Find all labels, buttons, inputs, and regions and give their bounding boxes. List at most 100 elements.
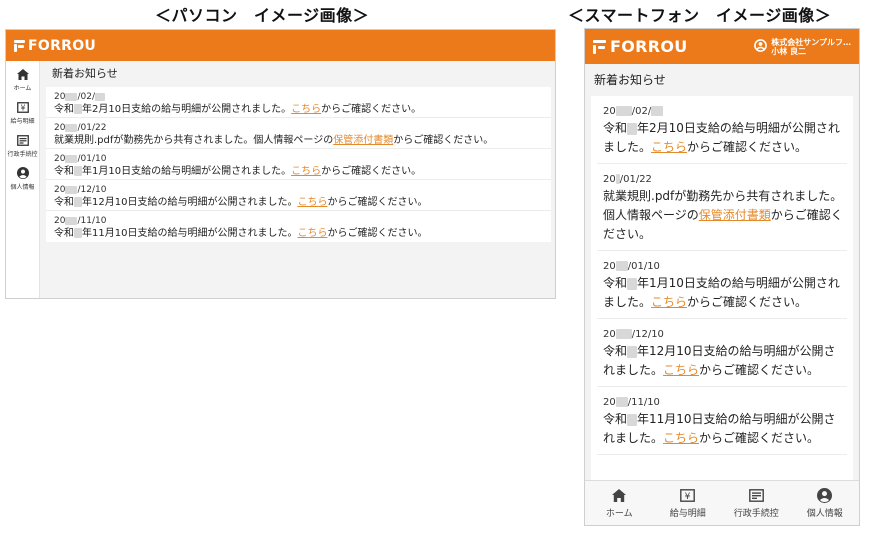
forrou-logo-icon bbox=[593, 39, 606, 54]
redacted-mask bbox=[65, 216, 78, 225]
notice-date: 20/01/22 bbox=[54, 123, 107, 133]
notice-link[interactable]: こちら bbox=[291, 166, 321, 177]
notice-item: 20/02/ 令和 年2月10日支給の給与明細が公開されました。こちらからご確認く… bbox=[597, 96, 847, 164]
notice-link[interactable]: こちら bbox=[651, 295, 687, 309]
redacted-mask bbox=[627, 122, 638, 135]
notice-link[interactable]: こちら bbox=[297, 228, 327, 239]
pc-main-content: 新着お知らせ 20/02/ 令和 年2月10日支給の給与明細が公開されました。こち… bbox=[40, 61, 555, 298]
notice-message: 令和 年11月10日支給の給与明細が公開されました。こちらからご確認ください。 bbox=[54, 228, 428, 239]
notice-message: 令和 年1月10日支給の給与明細が公開されました。こちらからご確認ください。 bbox=[54, 166, 422, 177]
yen-icon: ¥ bbox=[16, 100, 30, 114]
sidebar-item-label: ホーム bbox=[13, 85, 32, 92]
home-icon bbox=[611, 487, 627, 503]
bottom-tab-bar: ホーム ¥ 給与明細 行政手続控 個人情報 bbox=[585, 480, 859, 525]
notice-message: 令和 年12月10日支給の給与明細が公開されました。こちらからご確認ください。 bbox=[54, 197, 428, 208]
account-icon bbox=[754, 37, 768, 56]
pc-notice-list: 20/02/ 令和 年2月10日支給の給与明細が公開されました。こちらからご確認く… bbox=[46, 87, 551, 242]
redacted-mask bbox=[615, 106, 632, 116]
redacted-mask bbox=[74, 166, 82, 176]
redacted-mask bbox=[615, 397, 628, 407]
notice-date: 20/02/ bbox=[603, 104, 847, 119]
section-title: 新着お知らせ bbox=[52, 67, 118, 80]
redacted-mask bbox=[74, 104, 82, 114]
redacted-mask bbox=[627, 277, 638, 290]
sidebar-item-label: 個人情報 bbox=[10, 184, 35, 191]
smartphone-image-caption: ＜スマートフォン イメージ画像＞ bbox=[568, 6, 832, 25]
notice-message: 就業規則.pdfが勤務先から共有されました。個人情報ページの保管添付書類からご確… bbox=[603, 189, 843, 241]
person-icon bbox=[16, 166, 30, 180]
notice-link[interactable]: 保管添付書類 bbox=[699, 208, 771, 222]
sidebar-item-payslip[interactable]: ¥ 給与明細 bbox=[6, 100, 39, 125]
redacted-mask bbox=[627, 413, 638, 426]
pc-sidebar: ホーム ¥ 給与明細 行政手続控 個人情報 bbox=[6, 61, 40, 298]
sidebar-item-label: 行政手続控 bbox=[7, 151, 38, 158]
notice-link[interactable]: こちら bbox=[663, 431, 699, 445]
redacted-mask bbox=[615, 329, 632, 339]
notice-item: 20/12/10 令和 年12月10日支給の給与明細が公開されました。こちらからご… bbox=[597, 319, 847, 387]
smartphone-screen: FORROU 株式会社サンプルフ… 小林 良二 新着お知らせ 20/02/ 令和… bbox=[584, 28, 860, 526]
notice-date: 20/12/10 bbox=[603, 329, 664, 340]
sidebar-item-home[interactable]: ホーム bbox=[6, 67, 39, 92]
pc-screen: FORROU ホーム ¥ 給与明細 行政手続控 個人情報 新着お知らせ 20 /… bbox=[5, 29, 556, 299]
svg-text:¥: ¥ bbox=[685, 492, 691, 502]
redacted-mask bbox=[94, 92, 105, 101]
notice-date: 20/01/10 bbox=[603, 261, 660, 272]
notice-link[interactable]: こちら bbox=[291, 104, 321, 115]
notice-item: 20/11/10 令和 年11月10日支給の給与明細が公開されました。こちらからご… bbox=[597, 387, 847, 455]
person-icon bbox=[817, 487, 833, 503]
notice-message: 令和 年12月10日支給の給与明細が公開されました。こちらからご確認ください。 bbox=[603, 344, 836, 377]
sidebar-item-procedures[interactable]: 行政手続控 bbox=[6, 133, 39, 158]
sp-app-header: FORROU 株式会社サンプルフ… 小林 良二 bbox=[585, 29, 859, 64]
tab-label: 個人情報 bbox=[806, 509, 843, 519]
sp-logo[interactable]: FORROU bbox=[593, 37, 688, 56]
tab-label: ホーム bbox=[605, 509, 633, 519]
redacted-mask bbox=[65, 185, 78, 194]
user-menu[interactable]: 株式会社サンプルフ… 小林 良二 bbox=[754, 37, 851, 56]
notice-date: 20/12/10 bbox=[54, 185, 107, 195]
redacted-mask bbox=[651, 106, 664, 116]
notice-item: 20/01/22 就業規則.pdfが勤務先から共有されました。個人情報ページの保… bbox=[597, 164, 847, 251]
company-name: 株式会社サンプルフ… bbox=[771, 37, 851, 47]
notice-item: 20/01/10 令和 年1月10日支給の給与明細が公開されました。こちらからご確… bbox=[46, 149, 551, 180]
notice-message: 令和 年1月10日支給の給与明細が公開されました。こちらからご確認ください。 bbox=[603, 276, 840, 309]
notice-date: 20/11/10 bbox=[54, 216, 107, 226]
notice-date: 20/01/10 bbox=[54, 154, 107, 164]
sidebar-item-label: 給与明細 bbox=[10, 118, 35, 125]
tab-home[interactable]: ホーム bbox=[585, 481, 654, 525]
user-name: 小林 良二 bbox=[771, 46, 807, 56]
sidebar-item-personal-info[interactable]: 個人情報 bbox=[6, 166, 39, 191]
notice-message: 就業規則.pdfが勤務先から共有されました。個人情報ページの保管添付書類からご確… bbox=[54, 135, 494, 146]
notice-date: 20/11/10 bbox=[603, 397, 660, 408]
document-list-icon bbox=[16, 133, 30, 147]
notice-item: 20/12/10 令和 年12月10日支給の給与明細が公開されました。こちらからご… bbox=[46, 180, 551, 211]
document-list-icon bbox=[748, 487, 764, 503]
tab-procedures[interactable]: 行政手続控 bbox=[722, 481, 791, 525]
tab-personal-info[interactable]: 個人情報 bbox=[791, 481, 860, 525]
redacted-mask bbox=[65, 92, 78, 101]
notice-item: 20/01/22 就業規則.pdfが勤務先から共有されました。個人情報ページの保… bbox=[46, 118, 551, 149]
notice-link[interactable]: こちら bbox=[663, 363, 699, 377]
redacted-mask bbox=[74, 197, 82, 207]
notice-item: 20/11/10 令和 年11月10日支給の給与明細が公開されました。こちらからご… bbox=[46, 211, 551, 242]
notice-link[interactable]: こちら bbox=[297, 197, 327, 208]
notice-message: 令和 年2月10日支給の給与明細が公開されました。こちらからご確認ください。 bbox=[54, 104, 422, 115]
pc-logo-text: FORROU bbox=[28, 37, 97, 54]
tab-payslip[interactable]: ¥ 給与明細 bbox=[654, 481, 723, 525]
svg-text:¥: ¥ bbox=[20, 103, 25, 112]
notice-item: 20/02/ 令和 年2月10日支給の給与明細が公開されました。こちらからご確認く… bbox=[46, 87, 551, 118]
notice-link[interactable]: こちら bbox=[651, 140, 687, 154]
redacted-mask bbox=[74, 228, 82, 238]
sp-main-content: 新着お知らせ 20/02/ 令和 年2月10日支給の給与明細が公開されました。こち… bbox=[585, 64, 859, 482]
redacted-mask bbox=[65, 123, 78, 132]
pc-image-caption: ＜パソコン イメージ画像＞ bbox=[155, 6, 370, 25]
section-title: 新着お知らせ bbox=[594, 73, 666, 87]
tab-label: 行政手続控 bbox=[733, 509, 779, 519]
notice-date: 20/02/ bbox=[54, 92, 551, 103]
redacted-mask bbox=[615, 261, 628, 271]
notice-message: 令和 年11月10日支給の給与明細が公開されました。こちらからご確認ください。 bbox=[603, 412, 836, 445]
redacted-mask bbox=[627, 345, 638, 358]
notice-link[interactable]: 保管添付書類 bbox=[333, 135, 393, 146]
redacted-mask bbox=[65, 154, 78, 163]
pc-logo[interactable]: FORROU bbox=[14, 38, 96, 54]
notice-message: 令和 年2月10日支給の給与明細が公開されました。こちらからご確認ください。 bbox=[603, 121, 840, 154]
